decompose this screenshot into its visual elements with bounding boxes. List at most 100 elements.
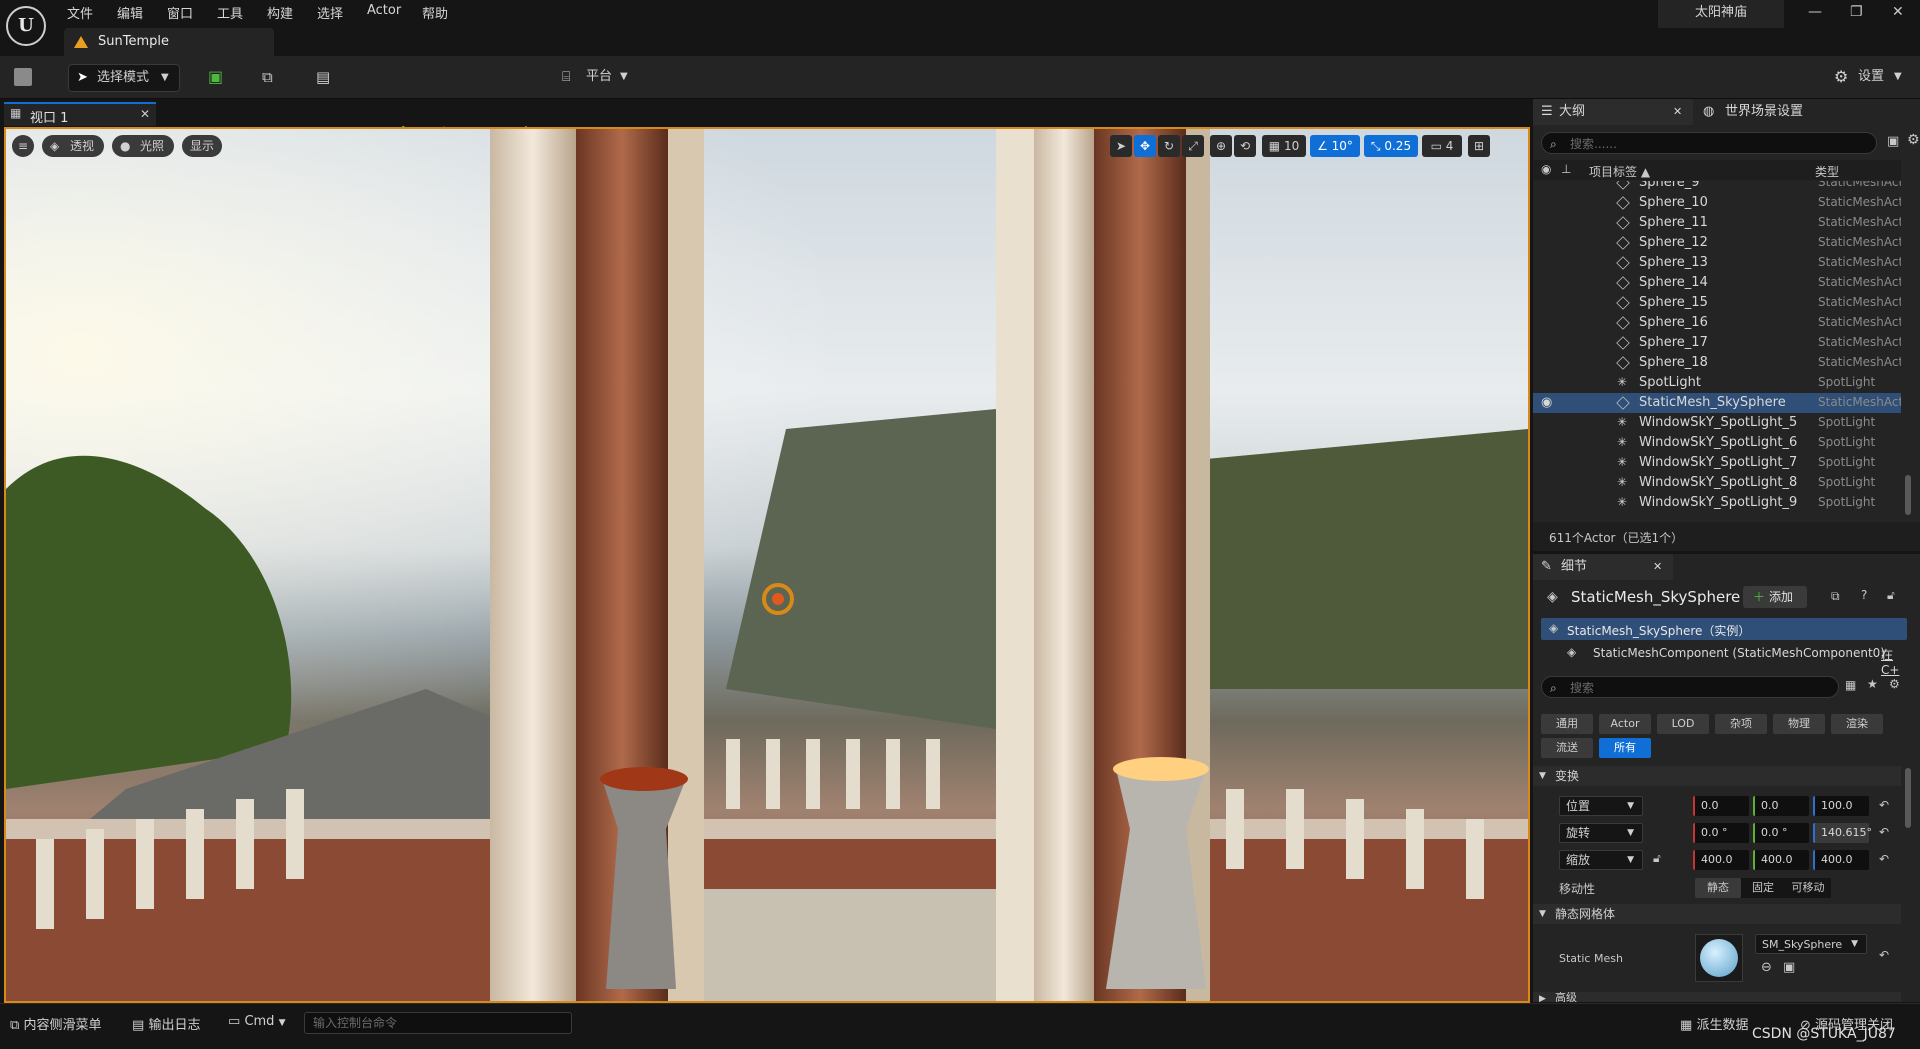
scale-x-field[interactable]: 400.0: [1693, 850, 1749, 870]
scale-snap-button[interactable]: ⤡ 0.25: [1364, 135, 1418, 157]
instance-row[interactable]: ◈ StaticMesh_SkySphere（实例）: [1541, 618, 1907, 640]
use-selected-icon[interactable]: ⊖: [1761, 960, 1772, 975]
viewport-menu-button[interactable]: ≡: [12, 135, 34, 157]
menu-build[interactable]: 构建: [267, 3, 293, 22]
rotate-tool[interactable]: ↻: [1158, 135, 1180, 157]
lighting-button[interactable]: ● 光照: [112, 135, 174, 157]
details-scrollbar[interactable]: [1905, 768, 1911, 828]
close-icon[interactable]: ✕: [1892, 4, 1904, 20]
static-mesh-dropdown[interactable]: SM_SkySphere ▼: [1755, 934, 1867, 954]
advanced-section-header[interactable]: ▶ 高级: [1533, 992, 1901, 1002]
location-y-field[interactable]: 0.0: [1753, 796, 1809, 816]
list-item[interactable]: Sphere_17StaticMeshActor: [1533, 333, 1901, 353]
reset-icon[interactable]: ↶: [1879, 852, 1889, 866]
column-label-header[interactable]: 项目标签 ▲: [1589, 163, 1650, 180]
translate-tool[interactable]: ✥: [1134, 135, 1156, 157]
menu-window[interactable]: 窗口: [167, 3, 193, 22]
menu-help[interactable]: 帮助: [422, 3, 448, 22]
blueprint-button[interactable]: ⧉: [262, 64, 298, 90]
world-settings-tab[interactable]: ◍ 世界场景设置: [1703, 99, 1823, 125]
column-type-header[interactable]: 类型: [1815, 163, 1839, 180]
location-dropdown[interactable]: 位置 ▼: [1559, 796, 1643, 816]
list-item[interactable]: Sphere_10StaticMeshActor: [1533, 193, 1901, 213]
list-item[interactable]: ✳ WindowSkY_SpotLight_9 SpotLight: [1533, 493, 1901, 513]
settings-button[interactable]: ⚙ 设置 ▼: [1834, 64, 1914, 90]
list-item[interactable]: Sphere_15StaticMeshActor: [1533, 293, 1901, 313]
filter-all[interactable]: 所有: [1599, 738, 1651, 758]
select-tool[interactable]: ➤: [1110, 135, 1132, 157]
close-icon[interactable]: ✕: [1673, 99, 1682, 125]
menu-edit[interactable]: 编辑: [117, 3, 143, 22]
details-tab[interactable]: ✎ 细节 ✕: [1533, 554, 1673, 580]
list-item[interactable]: ✳ WindowSkY_SpotLight_5 SpotLight: [1533, 413, 1901, 433]
select-mode-button[interactable]: ➤ 选择模式 ▼: [68, 64, 180, 92]
filter-streaming[interactable]: 流送: [1541, 738, 1593, 758]
camera-speed-button[interactable]: ▭ 4: [1422, 135, 1462, 157]
unreal-logo-icon[interactable]: U: [6, 6, 46, 46]
static-mesh-thumbnail[interactable]: [1695, 934, 1743, 982]
rotation-snap-button[interactable]: ∠ 10°: [1310, 135, 1360, 157]
table-view-icon[interactable]: ▦: [1845, 678, 1856, 692]
lock-icon[interactable]: 🔓︎: [1887, 588, 1895, 603]
list-item-selected[interactable]: ◉StaticMesh_SkySphereStaticMeshActor: [1533, 393, 1901, 413]
list-item[interactable]: Sphere_16StaticMeshActor: [1533, 313, 1901, 333]
rotation-z-field[interactable]: 140.615°: [1813, 823, 1872, 843]
outliner-scrollbar[interactable]: [1905, 475, 1911, 515]
cinematics-button[interactable]: ▤: [316, 64, 352, 90]
help-icon[interactable]: ?: [1861, 588, 1867, 602]
gear-icon[interactable]: ⚙: [1889, 677, 1900, 691]
filter-lod[interactable]: LOD: [1657, 714, 1709, 734]
close-icon[interactable]: ✕: [1653, 554, 1662, 580]
list-item[interactable]: ✳ SpotLight SpotLight: [1533, 373, 1901, 393]
level-viewport[interactable]: ≡ ◈ 透视 ● 光照 显示 ➤ ✥ ↻ ⤢ ⊕ ⟲ ▦ 10 ∠ 10° ⤡ …: [4, 127, 1530, 1003]
transform-section-header[interactable]: ▼ 变换: [1533, 766, 1901, 786]
details-search-input[interactable]: ⌕ 搜索: [1541, 676, 1839, 698]
document-tab[interactable]: SunTemple: [64, 28, 274, 56]
rotation-dropdown[interactable]: 旋转 ▼: [1559, 823, 1643, 843]
close-icon[interactable]: ✕: [140, 107, 150, 121]
list-item[interactable]: Sphere_18StaticMeshActor: [1533, 353, 1901, 373]
surface-snap-toggle[interactable]: ⟲: [1234, 135, 1256, 157]
outliner-search-input[interactable]: ⌕ 搜索......: [1541, 132, 1877, 154]
blueprint-icon[interactable]: ⧉: [1831, 589, 1840, 604]
reset-icon[interactable]: ↶: [1879, 798, 1889, 812]
output-log-button[interactable]: ▤ 输出日志: [132, 1014, 200, 1033]
filter-general[interactable]: 通用: [1541, 714, 1593, 734]
static-mesh-section-header[interactable]: ▼ 静态网格体: [1533, 904, 1901, 924]
minimize-icon[interactable]: —: [1808, 4, 1822, 20]
save-icon[interactable]: [14, 68, 32, 86]
add-folder-icon[interactable]: ▣: [1887, 134, 1899, 149]
outliner-tab[interactable]: ☰ 大纲 ✕: [1533, 99, 1693, 125]
location-x-field[interactable]: 0.0: [1693, 796, 1749, 816]
menu-tools[interactable]: 工具: [217, 3, 243, 22]
menu-actor[interactable]: Actor: [367, 3, 401, 18]
filter-actor[interactable]: Actor: [1599, 714, 1651, 734]
list-item[interactable]: Sphere_12StaticMeshActor: [1533, 233, 1901, 253]
rotation-x-field[interactable]: 0.0 °: [1693, 823, 1749, 843]
world-local-toggle[interactable]: ⊕: [1210, 135, 1232, 157]
grid-snap-button[interactable]: ▦ 10: [1262, 135, 1306, 157]
scale-dropdown[interactable]: 缩放 ▼: [1559, 850, 1643, 870]
reset-icon[interactable]: ↶: [1879, 825, 1889, 839]
scale-z-field[interactable]: 400.0: [1813, 850, 1869, 870]
lock-icon[interactable]: 🔓︎: [1653, 851, 1661, 866]
component-edit-link[interactable]: 在C+: [1881, 646, 1907, 677]
browse-icon[interactable]: ▣: [1783, 960, 1795, 975]
add-content-button[interactable]: ▣: [208, 64, 244, 90]
list-item[interactable]: ✳ WindowSkY_SpotLight_7 SpotLight: [1533, 453, 1901, 473]
mobility-movable[interactable]: 可移动: [1785, 878, 1831, 898]
rotation-y-field[interactable]: 0.0 °: [1753, 823, 1809, 843]
mobility-stationary[interactable]: 固定: [1741, 878, 1785, 898]
menu-file[interactable]: 文件: [67, 3, 93, 22]
derived-data-button[interactable]: ▦ 派生数据: [1680, 1014, 1748, 1033]
list-item[interactable]: Sphere_11StaticMeshActor: [1533, 213, 1901, 233]
actor-name[interactable]: StaticMesh_SkySphere: [1571, 588, 1740, 606]
scale-tool[interactable]: ⤢: [1182, 135, 1204, 157]
view-mode-button[interactable]: ◈ 透视: [42, 135, 104, 157]
cmd-dropdown[interactable]: ▭ Cmd ▼: [228, 1014, 286, 1029]
list-item[interactable]: ✳ WindowSkY_SpotLight_6 SpotLight: [1533, 433, 1901, 453]
list-item[interactable]: ✳ WindowSkY_SpotLight_8 SpotLight: [1533, 473, 1901, 493]
list-item[interactable]: Sphere_14StaticMeshActor: [1533, 273, 1901, 293]
platform-button[interactable]: ⌸ 平台 ▼: [562, 64, 642, 90]
gear-icon[interactable]: ⚙: [1907, 132, 1920, 148]
